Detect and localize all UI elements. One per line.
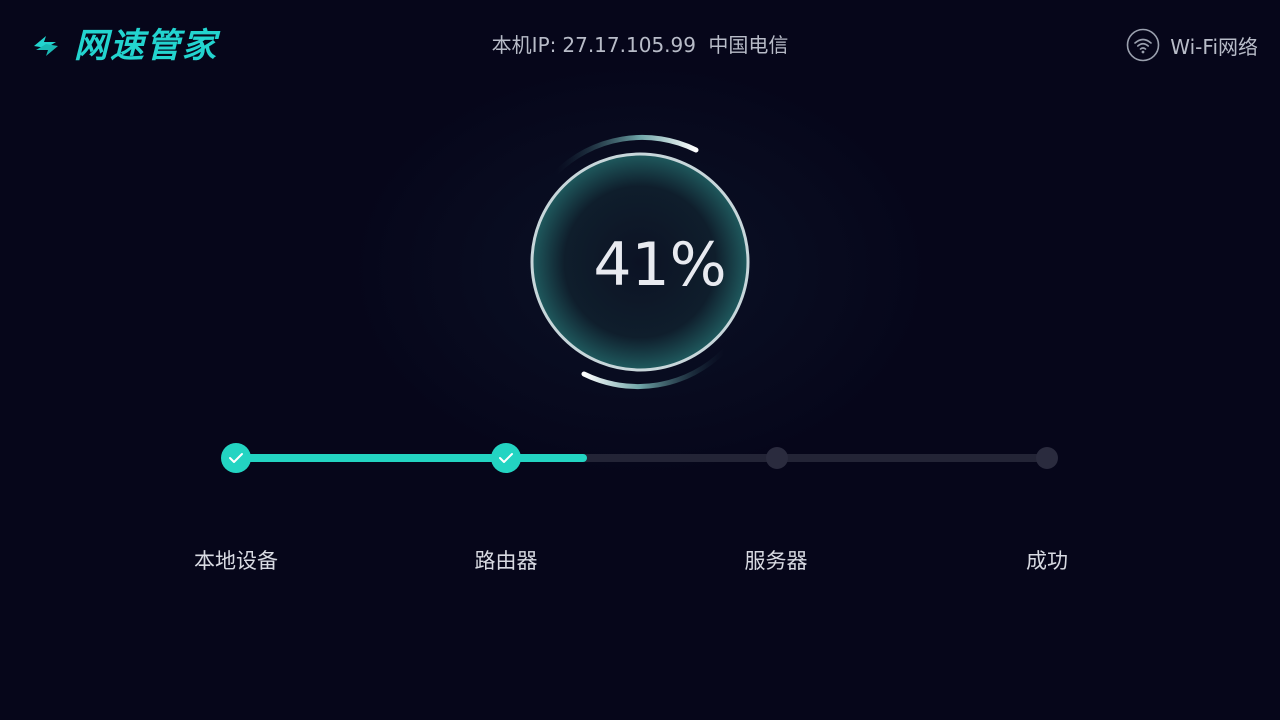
ip-info: 本机IP: 27.17.105.99 中国电信 — [480, 30, 800, 60]
step-label-local-device: 本地设备 — [194, 549, 278, 573]
step-dot-local-device — [221, 443, 251, 473]
progress-percent: 41% — [593, 230, 727, 300]
app-title: 网速管家 — [74, 26, 218, 66]
header: 网速管家 本机IP: 27.17.105.99 中国电信 Wi-Fi网络 — [0, 0, 1280, 90]
isp-name: 中国电信 — [708, 33, 789, 57]
step-dot-router — [491, 443, 521, 473]
progress-track-fill — [236, 454, 587, 462]
network-type-label: Wi-Fi网络 — [1170, 34, 1258, 59]
step-label-success: 成功 — [1026, 549, 1068, 573]
network-status: Wi-Fi网络 — [1126, 26, 1258, 64]
ip-label: 本机IP: — [491, 33, 557, 57]
step-label-server: 服务器 — [744, 549, 808, 573]
ip-address: 27.17.105.99 — [562, 33, 696, 57]
check-icon — [499, 453, 513, 463]
step-dot-success — [1036, 447, 1058, 469]
wifi-icon — [1126, 28, 1160, 62]
check-icon — [229, 453, 243, 463]
app-brand: 网速管家 — [28, 24, 218, 68]
progress-steps: 本地设备 路由器 服务器 成功 — [0, 430, 1280, 600]
progress-gauge: 41% — [520, 130, 760, 395]
step-label-router: 路由器 — [474, 549, 538, 573]
step-dot-server — [766, 447, 788, 469]
speed-logo-icon — [34, 36, 58, 56]
